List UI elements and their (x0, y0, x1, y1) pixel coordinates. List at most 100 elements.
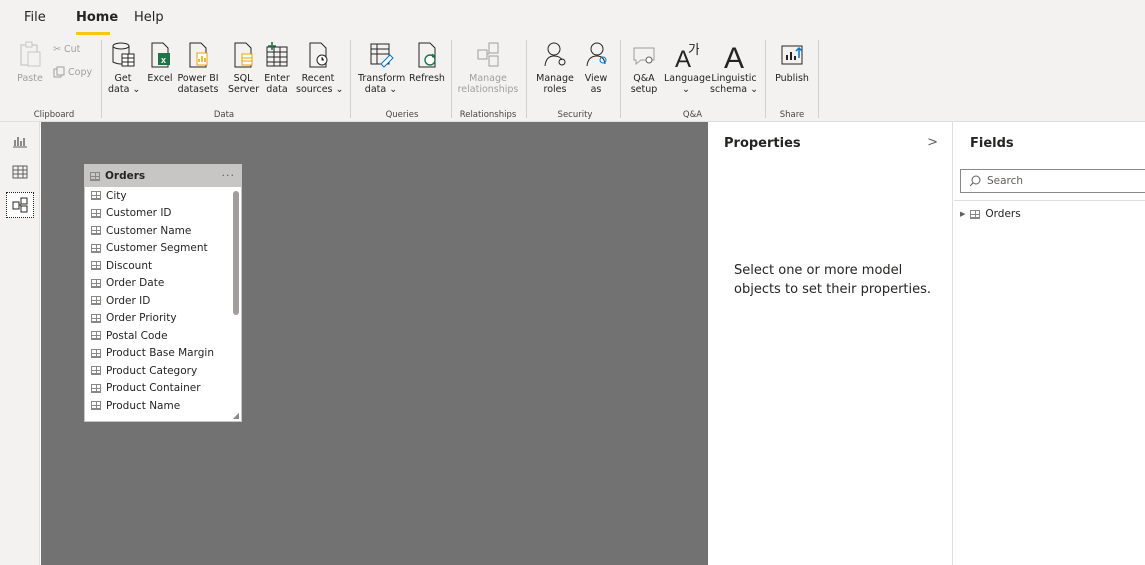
column-icon (91, 366, 101, 376)
table-field-row[interactable]: Order Priority (85, 310, 241, 328)
enter-data-table-icon (266, 42, 288, 67)
paste-icon (20, 41, 41, 67)
expand-caret-icon[interactable]: ▶ (960, 210, 965, 218)
table-field-row[interactable]: Product Name (85, 397, 241, 415)
resize-grip-icon[interactable]: ◢ (233, 411, 239, 420)
fields-pane: Fields Search ▶ Orders (954, 122, 1145, 565)
linguistic-schema-button[interactable]: A Linguistic schema ⌄ (710, 40, 758, 95)
column-icon (91, 383, 101, 393)
transform-data-icon (370, 43, 394, 68)
fields-tree-item-orders[interactable]: ▶ Orders (960, 208, 1021, 220)
table-field-row[interactable]: Product Container (85, 380, 241, 398)
group-label-qa: Q&A (682, 110, 703, 120)
table-field-row[interactable]: Product Base Margin (85, 345, 241, 363)
copy-button[interactable]: Copy (53, 66, 92, 78)
svg-text:A: A (724, 42, 744, 70)
table-field-row[interactable]: Order Date (85, 275, 241, 293)
table-field-row[interactable]: Customer Segment (85, 240, 241, 258)
properties-pane: Properties > Select one or more model ob… (708, 122, 953, 565)
manage-roles-button[interactable]: Manage roles (535, 40, 575, 95)
search-icon (969, 175, 981, 187)
tree-item-label: Orders (985, 208, 1021, 220)
table-field-row[interactable]: Postal Code (85, 327, 241, 345)
active-tab-indicator (76, 32, 110, 35)
column-icon (91, 278, 101, 288)
field-label: City (106, 189, 127, 202)
group-label-queries: Queries (385, 110, 419, 120)
column-icon (91, 348, 101, 358)
menu-tab-help[interactable]: Help (134, 10, 164, 25)
manage-relationships-button[interactable]: Manage relationships (456, 40, 520, 95)
column-icon (91, 243, 101, 253)
cut-button[interactable]: ✂ Cut (53, 44, 80, 55)
fields-search-input[interactable]: Search (960, 169, 1145, 193)
ribbon: Paste ✂ Cut Copy Clipboard Get data ⌄ x E… (0, 36, 1145, 122)
group-separator (765, 40, 766, 118)
sql-server-icon (234, 42, 253, 68)
field-label: Discount (106, 259, 153, 272)
scissors-icon: ✂ (53, 44, 61, 55)
model-view-button[interactable] (6, 192, 34, 218)
svg-text:x: x (161, 55, 166, 65)
qa-setup-icon (633, 47, 655, 66)
power-bi-window: File Home Help Paste ✂ Cut Copy Clipboard… (0, 0, 1145, 565)
divider (954, 200, 1145, 201)
table-field-row[interactable]: Order ID (85, 292, 241, 310)
excel-icon: x (151, 42, 170, 68)
table-card-header[interactable]: Orders ··· (85, 165, 241, 187)
table-field-row[interactable]: Discount (85, 257, 241, 275)
table-field-row[interactable]: City (85, 187, 241, 205)
table-icon (970, 209, 981, 219)
copy-icon (53, 66, 65, 78)
recent-sources-icon (309, 42, 328, 68)
table-field-row[interactable]: Product Category (85, 362, 241, 380)
group-label-share: Share (779, 110, 805, 120)
group-separator (451, 40, 452, 118)
table-name: Orders (105, 170, 146, 182)
column-icon (91, 401, 101, 411)
group-label-data: Data (213, 110, 235, 120)
table-field-row[interactable]: Customer ID (85, 205, 241, 223)
collapse-chevron-icon[interactable]: > (927, 135, 938, 150)
group-label-clipboard: Clipboard (33, 110, 75, 120)
view-as-button[interactable]: View as (581, 40, 611, 95)
enter-data-button[interactable]: Enter data (262, 40, 292, 95)
bar-chart-icon (13, 137, 27, 148)
paste-button[interactable]: Paste (16, 40, 44, 84)
recent-sources-button[interactable]: Recent sources ⌄ (296, 40, 343, 95)
get-data-button[interactable]: Get data ⌄ (108, 40, 140, 95)
data-view-button[interactable] (6, 159, 34, 185)
sql-server-button[interactable]: SQL Server (228, 40, 259, 95)
menu-tab-file[interactable]: File (24, 10, 46, 25)
report-view-button[interactable] (6, 128, 34, 154)
database-table-icon (112, 42, 135, 67)
menu-bar: File Home Help (0, 0, 1145, 36)
excel-button[interactable]: x Excel (146, 40, 174, 84)
search-placeholder: Search (987, 175, 1024, 187)
publish-button[interactable]: Publish (774, 40, 810, 84)
field-label: Order Priority (106, 312, 177, 325)
refresh-button[interactable]: Refresh (409, 40, 445, 84)
table-grid-icon (12, 165, 28, 179)
svg-text:가: 가 (688, 43, 699, 58)
table-card-scrollbar[interactable] (233, 191, 239, 315)
model-diagram-icon (12, 197, 28, 213)
table-field-row[interactable]: Customer Name (85, 222, 241, 240)
language-button[interactable]: A가 Language ⌄ (664, 40, 711, 95)
model-canvas[interactable]: Orders ··· City Customer ID Customer Name C… (41, 122, 708, 565)
group-separator (101, 40, 102, 118)
power-bi-datasets-button[interactable]: Power BI datasets (177, 40, 219, 95)
qa-setup-button[interactable]: Q&A setup (627, 40, 661, 95)
fields-title: Fields (970, 136, 1014, 151)
group-label-security: Security (557, 110, 593, 120)
more-options-icon[interactable]: ··· (222, 169, 236, 182)
table-card-orders[interactable]: Orders ··· City Customer ID Customer Name C… (84, 164, 242, 422)
publish-icon (781, 45, 803, 65)
menu-tab-home[interactable]: Home (76, 10, 118, 25)
transform-data-button[interactable]: Transform data ⌄ (358, 40, 405, 95)
properties-empty-message: Select one or more model objects to set … (734, 263, 932, 297)
field-label: Postal Code (106, 329, 168, 342)
view-switcher (0, 122, 40, 565)
properties-title: Properties (724, 136, 801, 151)
column-icon (91, 226, 101, 236)
